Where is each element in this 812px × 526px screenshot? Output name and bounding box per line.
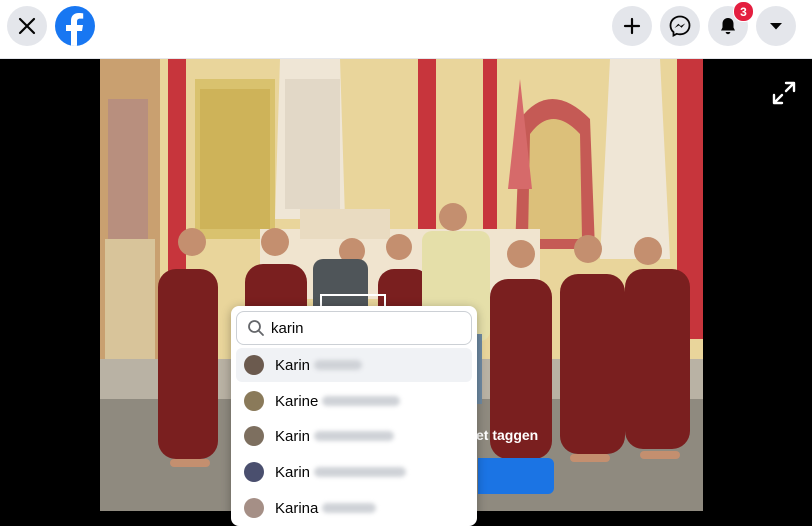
avatar	[244, 355, 264, 375]
messenger-icon	[669, 15, 691, 37]
blurred-surname	[314, 431, 395, 441]
close-button[interactable]	[7, 6, 47, 46]
tag-suggestion[interactable]: Karin	[236, 455, 472, 489]
suggestion-name: Karin	[275, 463, 311, 481]
blurred-surname	[322, 503, 377, 513]
suggestion-name: Karin	[275, 427, 311, 445]
tag-suggestion[interactable]: Karin	[236, 348, 472, 382]
avatar	[244, 498, 264, 518]
avatar	[244, 462, 264, 482]
tag-suggestion[interactable]: Karina	[236, 491, 472, 525]
avatar	[244, 391, 264, 411]
account-menu-button[interactable]	[756, 6, 796, 46]
tag-hint-text: et taggen	[476, 427, 539, 443]
tag-search-popup: Karin Karine Karin Karin Karina	[231, 306, 477, 526]
facebook-logo[interactable]	[55, 6, 95, 46]
caret-down-icon	[770, 23, 782, 30]
blurred-surname	[314, 467, 407, 477]
suggestion-name: Karin	[275, 356, 311, 374]
suggestion-name: Karine	[275, 392, 319, 410]
messenger-button[interactable]	[660, 6, 700, 46]
notification-badge: 3	[733, 1, 754, 22]
blurred-surname	[314, 360, 363, 370]
avatar	[244, 426, 264, 446]
tag-suggestion[interactable]: Karin	[236, 419, 472, 453]
facebook-f-icon	[66, 13, 84, 46]
expand-icon[interactable]	[770, 79, 798, 107]
suggestion-name: Karina	[275, 499, 319, 517]
close-icon	[18, 17, 36, 35]
top-bar: 3	[0, 0, 812, 59]
search-icon	[248, 320, 264, 336]
tag-search-input[interactable]	[269, 318, 463, 338]
tag-search-field[interactable]	[236, 311, 472, 345]
plus-icon	[623, 17, 641, 35]
tag-suggestion[interactable]: Karine	[236, 384, 472, 418]
finish-tagging-button[interactable]	[478, 458, 554, 494]
blurred-surname	[322, 396, 401, 406]
create-button[interactable]	[612, 6, 652, 46]
